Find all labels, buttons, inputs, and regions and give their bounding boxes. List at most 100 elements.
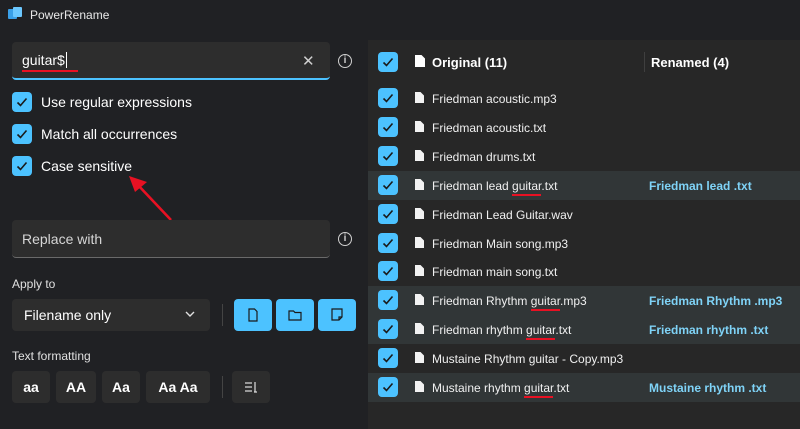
file-icon <box>415 236 424 248</box>
info-icon[interactable]: i <box>338 232 352 246</box>
file-row[interactable]: Friedman lead guitar.txt Friedman lead .t… <box>368 170 800 200</box>
include-subfolders-button[interactable] <box>318 299 356 331</box>
divider <box>222 376 223 398</box>
checkmark-icon <box>12 124 32 144</box>
match-annotation-underline <box>524 396 554 398</box>
file-icon <box>415 178 424 190</box>
file-row-checkbox[interactable] <box>378 348 398 369</box>
file-row[interactable]: Friedman acoustic.txt <box>368 113 800 142</box>
original-filename: Friedman acoustic.txt <box>432 120 547 135</box>
renamed-column-header[interactable]: Renamed (4) <box>651 55 729 70</box>
file-icon <box>415 352 424 364</box>
file-icon <box>415 294 424 306</box>
search-input[interactable]: guitar$ ✕ <box>12 42 330 80</box>
file-icon <box>415 120 424 132</box>
titlecase-button[interactable]: Aa <box>102 371 140 403</box>
original-filename: Friedman acoustic.mp3 <box>432 92 557 106</box>
file-row[interactable]: Mustaine Rhythm guitar - Copy.mp3 <box>368 344 800 373</box>
use-regex-checkbox[interactable]: Use regular expressions <box>12 91 192 113</box>
original-filename: Friedman lead guitar.txt <box>432 178 558 193</box>
file-row[interactable]: Friedman Lead Guitar.wav <box>368 200 800 229</box>
file-icon <box>415 381 424 392</box>
file-icon <box>415 149 424 161</box>
file-row-checkbox[interactable] <box>378 203 398 224</box>
match-annotation-underline <box>512 193 542 196</box>
checkmark-icon <box>12 156 32 176</box>
file-row-checkbox[interactable] <box>378 319 398 340</box>
original-filename: Mustaine Rhythm guitar - Copy.mp3 <box>432 352 624 367</box>
match-annotation-underline <box>530 309 561 312</box>
checkmark-icon <box>12 92 32 112</box>
file-row[interactable]: Friedman drums.txt <box>368 142 800 171</box>
file-row[interactable]: Mustaine rhythm guitar.txt Mustaine rhyth… <box>368 373 800 402</box>
file-row-checkbox[interactable] <box>378 290 398 311</box>
enumerate-button[interactable] <box>232 371 270 403</box>
file-list-header: Original (11) Renamed (4) <box>368 40 800 84</box>
file-icon <box>248 308 258 322</box>
lowercase-button[interactable]: aa <box>12 371 50 403</box>
replace-placeholder: Replace with <box>22 231 103 247</box>
close-icon[interactable]: ✕ <box>302 52 315 70</box>
file-list-panel: Original (11) Renamed (4) Friedman acous… <box>368 40 800 429</box>
search-annotation-underline <box>22 70 78 72</box>
renamed-filename: Friedman lead .txt <box>649 178 752 193</box>
uppercase-button[interactable]: AA <box>56 371 96 403</box>
original-filename: Friedman Rhythm guitar.mp3 <box>432 294 587 309</box>
original-filename: Friedman Main song.mp3 <box>432 236 569 251</box>
original-column-header[interactable]: Original (11) <box>432 55 507 70</box>
options-panel: guitar$ ✕ i Use regular expressions Matc… <box>0 30 368 429</box>
text-formatting-label: Text formatting <box>12 349 91 363</box>
file-icon <box>415 207 424 219</box>
divider <box>222 304 223 326</box>
column-divider <box>644 52 645 72</box>
subfolder-icon <box>331 308 343 321</box>
file-icon <box>415 323 424 335</box>
apply-to-selected: Filename only <box>24 307 112 323</box>
powerrename-app-icon <box>8 7 22 19</box>
capitalize-each-word-button[interactable]: Aa Aa <box>146 371 210 403</box>
file-row[interactable]: Friedman Rhythm guitar.mp3 Friedman Rhyth… <box>368 286 800 316</box>
file-row-checkbox[interactable] <box>378 174 398 195</box>
original-filename: Friedman rhythm guitar.txt <box>432 323 572 338</box>
include-files-button[interactable] <box>234 299 272 331</box>
file-row-checkbox[interactable] <box>378 261 398 282</box>
window-title: PowerRename <box>30 8 110 22</box>
file-icon <box>415 92 424 103</box>
file-icon <box>415 265 424 277</box>
file-icon <box>415 55 425 67</box>
file-row-checkbox[interactable] <box>378 377 398 397</box>
renamed-filename: Friedman rhythm .txt <box>649 323 769 338</box>
match-all-checkbox[interactable]: Match all occurrences <box>12 123 177 145</box>
title-bar: PowerRename <box>0 0 800 30</box>
renamed-filename: Friedman Rhythm .mp3 <box>649 294 783 309</box>
file-row-checkbox[interactable] <box>378 145 398 166</box>
original-filename: Friedman main song.txt <box>432 265 558 280</box>
use-regex-label: Use regular expressions <box>41 94 192 110</box>
replace-input[interactable]: Replace with <box>12 220 330 258</box>
list-numbered-icon <box>245 382 257 393</box>
match-annotation-underline <box>526 338 556 341</box>
case-sensitive-label: Case sensitive <box>41 158 133 174</box>
file-row[interactable]: Friedman rhythm guitar.txt Friedman rhyth… <box>368 315 800 345</box>
file-row-checkbox[interactable] <box>378 88 398 108</box>
chevron-down-icon <box>185 311 195 317</box>
renamed-filename: Mustaine rhythm .txt <box>649 381 767 395</box>
original-filename: Friedman drums.txt <box>432 149 536 164</box>
file-row[interactable]: Friedman main song.txt <box>368 257 800 286</box>
select-all-checkbox[interactable] <box>378 52 398 72</box>
file-row-checkbox[interactable] <box>378 232 398 253</box>
case-sensitive-checkbox[interactable]: Case sensitive <box>12 155 132 177</box>
file-row-checkbox[interactable] <box>378 116 398 137</box>
apply-to-label: Apply to <box>12 277 56 291</box>
annotation-arrow-icon <box>129 176 172 221</box>
file-row[interactable]: Friedman Main song.mp3 <box>368 229 800 258</box>
info-icon[interactable]: i <box>338 54 352 68</box>
search-input-value: guitar$ <box>22 52 67 68</box>
folder-icon <box>288 310 302 321</box>
match-all-label: Match all occurrences <box>41 126 178 142</box>
apply-to-dropdown[interactable]: Filename only <box>12 299 210 331</box>
original-filename: Mustaine rhythm guitar.txt <box>432 381 570 395</box>
original-filename: Friedman Lead Guitar.wav <box>432 207 573 222</box>
include-folders-button[interactable] <box>276 299 314 331</box>
file-row[interactable]: Friedman acoustic.mp3 <box>368 84 800 113</box>
